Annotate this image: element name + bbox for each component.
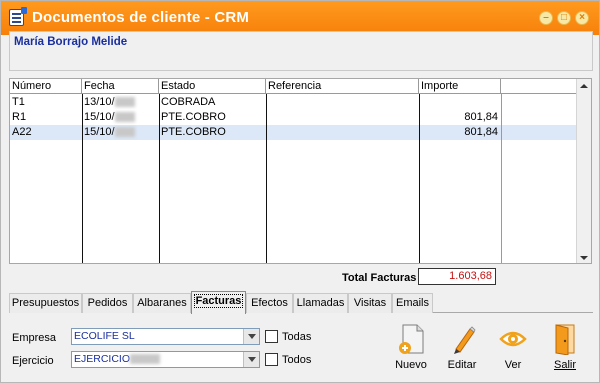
redacted-year (130, 354, 161, 365)
cell-estado: PTE.COBRO (161, 126, 226, 138)
ver-label: Ver (504, 359, 522, 371)
invoices-grid[interactable]: Número Fecha Estado Referencia Importe T… (9, 78, 592, 264)
editar-label: Editar (447, 359, 477, 371)
pencil-icon (454, 326, 476, 354)
title-bar[interactable]: Documentos de cliente - CRM – □ × (1, 1, 599, 35)
empresa-value: ECOLIFE SL (74, 330, 135, 342)
editar-button[interactable]: Editar (437, 323, 487, 378)
nuevo-label: Nuevo (395, 359, 427, 371)
eye-icon (499, 331, 527, 347)
todas-checkbox[interactable] (265, 330, 278, 343)
todos-checkbox[interactable] (265, 353, 278, 366)
todas-label: Todas (282, 331, 312, 343)
cell-fecha: 13/10/ (82, 95, 159, 110)
scroll-down-icon[interactable] (580, 256, 588, 260)
column-divider (419, 94, 420, 263)
ejercicio-select[interactable]: EJERCICIO (71, 351, 260, 368)
nuevo-button[interactable]: Nuevo (386, 323, 436, 378)
column-divider (266, 94, 267, 263)
documents-app-icon (9, 7, 27, 26)
document-tabs: Presupuestos Pedidos Albaranes Facturas … (9, 291, 593, 314)
cell-numero: A22 (12, 126, 32, 138)
redacted-year (114, 112, 135, 123)
cell-importe (419, 95, 501, 110)
tab-visitas[interactable]: Visitas (348, 293, 392, 313)
salir-label: Salir (553, 359, 576, 371)
chevron-down-icon[interactable] (243, 352, 259, 367)
grid-header: Número Fecha Estado Referencia Importe (10, 79, 578, 94)
close-icon[interactable]: × (575, 11, 589, 25)
cell-referencia (266, 95, 419, 110)
window-title: Documentos de cliente - CRM (32, 9, 250, 26)
maximize-icon[interactable]: □ (557, 11, 571, 25)
chevron-down-icon[interactable] (243, 329, 259, 344)
cell-referencia (266, 125, 419, 140)
ver-button[interactable]: Ver (488, 323, 538, 378)
column-divider (159, 94, 160, 263)
cell-numero: T1 (12, 96, 25, 108)
total-value: 1.603,68 (418, 268, 496, 285)
column-header-numero[interactable]: Número (10, 79, 82, 94)
tab-emails[interactable]: Emails (392, 293, 433, 313)
redacted-year (114, 127, 135, 138)
total-label: Total Facturas (342, 272, 417, 284)
client-name: María Borrajo Melide (14, 36, 128, 48)
tab-pedidos[interactable]: Pedidos (82, 293, 133, 313)
exit-door-icon (555, 324, 575, 355)
column-header-estado[interactable]: Estado (159, 79, 266, 94)
redacted-year (114, 97, 135, 108)
column-divider (82, 94, 83, 263)
cell-fecha: 15/10/ (82, 125, 159, 140)
cell-estado: PTE.COBRO (161, 111, 226, 123)
tab-efectos[interactable]: Efectos (246, 293, 293, 313)
tab-albaranes[interactable]: Albaranes (133, 293, 191, 313)
cell-importe: 801,84 (464, 126, 498, 138)
cell-importe: 801,84 (464, 111, 498, 123)
column-header-referencia[interactable]: Referencia (266, 79, 419, 94)
documents-window: Documentos de cliente - CRM – □ × María … (0, 0, 600, 383)
minimize-icon[interactable]: – (539, 11, 553, 25)
empresa-select[interactable]: ECOLIFE SL (71, 328, 260, 345)
new-document-icon (399, 324, 424, 354)
ejercicio-label: Ejercicio (12, 355, 54, 367)
client-panel: María Borrajo Melide (9, 31, 593, 71)
todos-label: Todos (282, 354, 312, 366)
cell-fecha: 15/10/ (82, 110, 159, 125)
cell-numero: R1 (12, 111, 27, 123)
column-header-importe[interactable]: Importe (419, 79, 501, 94)
table-row[interactable]: A22 15/10/ PTE.COBRO 801,84 (10, 125, 578, 140)
salir-button[interactable]: Salir (540, 323, 590, 378)
tab-presupuestos[interactable]: Presupuestos (9, 293, 82, 313)
table-row[interactable]: T1 13/10/ COBRADA (10, 95, 578, 110)
vertical-scrollbar[interactable] (576, 79, 591, 263)
cell-referencia (266, 110, 419, 125)
tab-llamadas[interactable]: Llamadas (293, 293, 348, 313)
column-header-fecha[interactable]: Fecha (82, 79, 159, 94)
ejercicio-value: EJERCICIO (74, 353, 161, 366)
cell-estado: COBRADA (161, 96, 216, 108)
scroll-up-icon[interactable] (580, 84, 588, 88)
column-divider (501, 94, 502, 263)
empresa-label: Empresa (12, 332, 57, 344)
tab-facturas[interactable]: Facturas (191, 291, 246, 314)
table-row[interactable]: R1 15/10/ PTE.COBRO 801,84 (10, 110, 578, 125)
